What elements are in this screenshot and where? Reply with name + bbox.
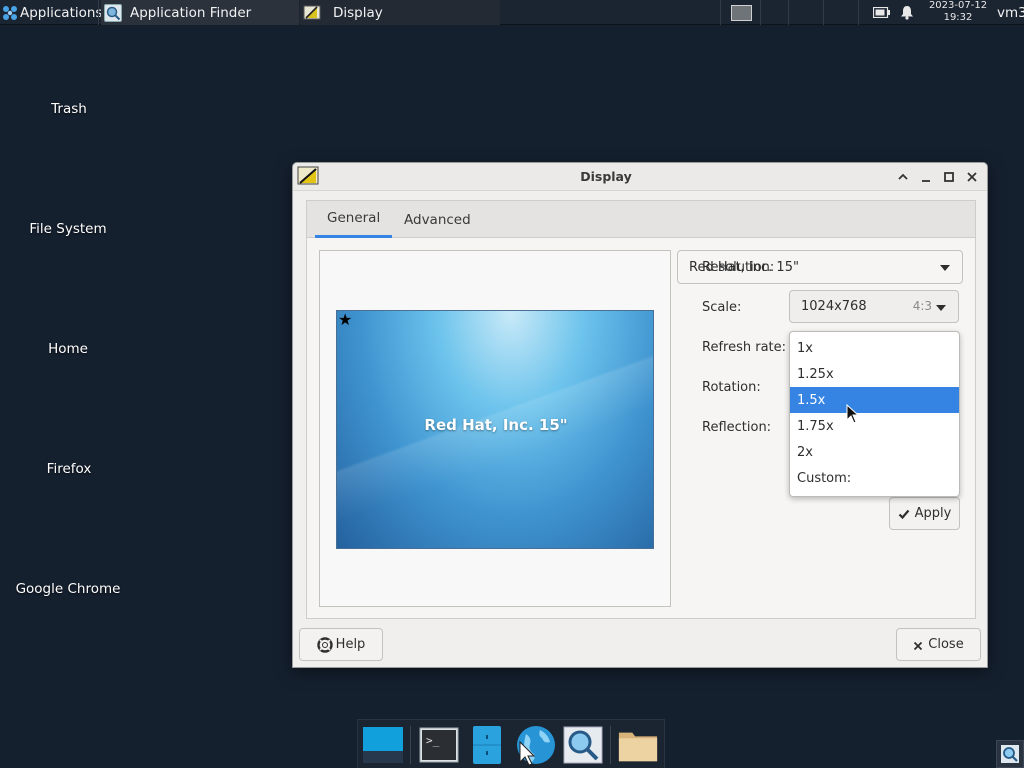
tab-advanced[interactable]: Advanced (392, 201, 483, 238)
settings-notebook: General Advanced ★ Red Hat, Inc. 15" Red… (306, 200, 976, 619)
apply-button[interactable]: Apply (889, 497, 960, 530)
applications-menu-icon (2, 5, 18, 21)
app-finder-icon[interactable] (562, 724, 604, 766)
maximize-window-icon[interactable] (941, 169, 957, 185)
taskbar-item-label: Application Finder (130, 4, 252, 21)
clock-date: 2023-07-12 (928, 0, 988, 11)
user-menu[interactable]: vm3 (997, 0, 1024, 25)
bottom-dock: >_ (357, 719, 665, 768)
chevron-down-icon (940, 265, 950, 271)
shade-window-icon[interactable] (895, 169, 911, 185)
help-button[interactable]: Help (299, 628, 383, 661)
workspace-switcher-icon[interactable] (731, 5, 752, 21)
notification-bell-icon[interactable] (900, 5, 914, 20)
refresh-rate-label: Refresh rate: (702, 340, 787, 355)
close-icon (913, 640, 923, 650)
display-preview-area: ★ Red Hat, Inc. 15" (319, 250, 671, 607)
tab-bar: General Advanced (307, 201, 975, 238)
taskbar-item-label: Display (333, 4, 383, 21)
desktop-icon-firefox[interactable]: Firefox (4, 461, 134, 477)
scale-option-1-75x[interactable]: 1.75x (790, 413, 959, 439)
scale-option-1-5x[interactable]: 1.5x (790, 387, 959, 413)
dialog-titlebar[interactable]: Display (293, 163, 987, 191)
display-settings-icon (303, 4, 321, 22)
dialog-title: Display (580, 169, 632, 184)
scale-label: Scale: (702, 300, 742, 315)
minimize-window-icon[interactable] (918, 169, 934, 185)
scale-option-1x[interactable]: 1x (790, 335, 959, 361)
aspect-ratio-label: 4:3 (912, 299, 932, 313)
apply-button-label: Apply (914, 506, 952, 521)
desktop-icon-home[interactable]: Home (3, 341, 133, 357)
svg-text:>_: >_ (426, 734, 440, 747)
show-desktop-icon[interactable] (362, 724, 404, 766)
resolution-dropdown[interactable]: 1024x768 4:3 (789, 290, 959, 323)
clock-time: 19:32 (943, 12, 973, 23)
desktop-icon-google-chrome[interactable]: Google Chrome (3, 581, 133, 597)
checkmark-icon (898, 508, 910, 520)
scale-option-custom[interactable]: Custom: (790, 465, 959, 491)
monitor-preview-label: Red Hat, Inc. 15" (424, 416, 568, 434)
close-button[interactable]: Close (896, 628, 981, 661)
panel-clock[interactable]: 2023-07-12 19:32 (924, 0, 992, 25)
display-dialog: Display General Advanced ★ Red Hat, Inc.… (292, 162, 988, 668)
help-lifebuoy-icon (316, 636, 333, 653)
close-button-label: Close (928, 637, 964, 652)
scale-option-2x[interactable]: 2x (790, 439, 959, 465)
scale-dropdown-popup: 1x 1.25x 1.5x 1.75x 2x Custom: (789, 331, 960, 497)
help-button-label: Help (335, 637, 366, 652)
terminal-icon[interactable]: >_ (418, 724, 460, 766)
home-folder-icon[interactable] (617, 724, 659, 766)
desktop-icon-trash[interactable]: Trash (4, 101, 134, 117)
primary-display-star-icon: ★ (338, 310, 353, 329)
desktop-icon-file-system[interactable]: File System (3, 221, 133, 237)
applications-menu-label: Applications (20, 4, 103, 21)
rotation-label: Rotation: (702, 380, 761, 395)
applications-menu-button[interactable]: Applications (2, 0, 102, 25)
close-window-icon[interactable] (964, 169, 980, 185)
resolution-label: Resolution: (702, 260, 775, 275)
search-icon[interactable] (996, 740, 1024, 768)
monitor-preview[interactable]: ★ Red Hat, Inc. 15" (336, 310, 654, 549)
tab-general[interactable]: General (315, 201, 393, 238)
taskbar-item-display[interactable]: Display (300, 0, 500, 25)
battery-icon[interactable] (872, 6, 890, 19)
chevron-down-icon (936, 305, 946, 311)
taskbar-item-application-finder[interactable]: Application Finder (101, 0, 299, 25)
search-icon (104, 3, 122, 22)
resolution-value: 1024x768 (801, 299, 867, 314)
reflection-label: Reflection: (702, 420, 772, 435)
mouse-pointer-icon (846, 403, 860, 424)
web-browser-icon[interactable] (514, 724, 556, 766)
top-panel: Applications Application Finder Display … (0, 0, 1024, 25)
scale-option-1-25x[interactable]: 1.25x (790, 361, 959, 387)
file-manager-icon[interactable] (466, 724, 508, 766)
